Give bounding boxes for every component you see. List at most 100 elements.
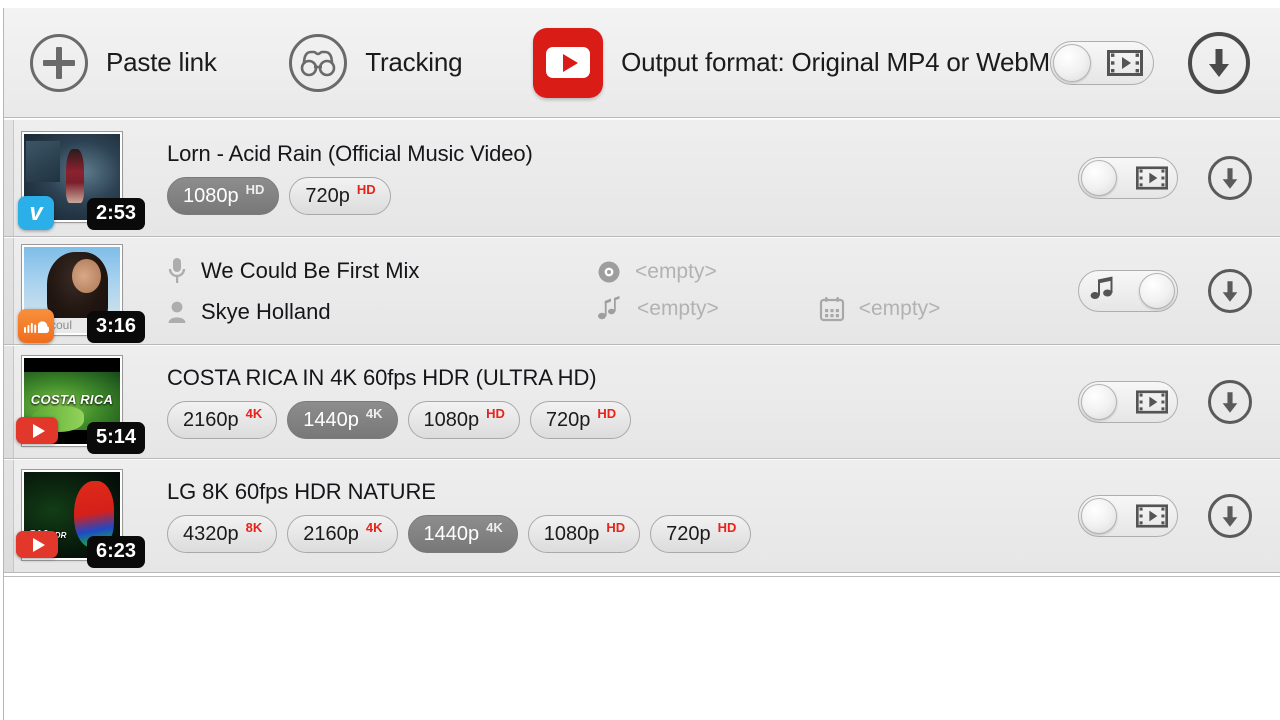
download-arrow-icon	[1222, 280, 1238, 302]
row-download-button[interactable]	[1208, 494, 1252, 538]
thumbnail[interactable]: v 2:53	[18, 131, 145, 230]
row-rail	[4, 238, 14, 344]
toggle-knob[interactable]	[1081, 384, 1117, 420]
row-video-audio-toggle[interactable]	[1078, 495, 1178, 537]
row-controls	[1078, 380, 1252, 424]
music-notes-icon	[598, 296, 620, 320]
empty-area	[4, 576, 1280, 720]
row-download-button[interactable]	[1208, 269, 1252, 313]
quality-label: 1440p	[423, 522, 480, 545]
quality-badge-720p[interactable]: 720p HD	[289, 177, 391, 215]
output-format-button[interactable]: Output format: Original MP4 or WebM	[533, 27, 1050, 98]
row-video-audio-toggle[interactable]	[1078, 381, 1178, 423]
quality-label: 720p	[305, 184, 350, 207]
row-controls	[1078, 269, 1252, 313]
list-item[interactable]: coul 3:16 We Could Be First Mix Skye Hol…	[4, 237, 1280, 345]
duration-badge: 5:14	[86, 422, 145, 454]
quality-sup: HD	[356, 181, 376, 197]
paste-link-label: Paste link	[106, 47, 217, 77]
quality-label: 720p	[666, 522, 711, 545]
quality-badge-720p[interactable]: 720p HD	[650, 515, 752, 553]
duration-badge: 3:16	[86, 311, 145, 343]
youtube-logo-icon	[533, 27, 604, 98]
quality-sup: HD	[486, 405, 505, 421]
quality-badge-2160p[interactable]: 2160p 4K	[287, 515, 398, 553]
album-field[interactable]: <empty>	[597, 260, 940, 284]
tracking-label: Tracking	[365, 47, 463, 77]
quality-badges: 2160p 4K 1440p 4K 1080p HD 720p HD	[167, 401, 1078, 439]
soundcloud-icon	[18, 309, 54, 343]
quality-sup: 4K	[365, 405, 383, 421]
thumbnail[interactable]: 8KHDR 6:23	[16, 469, 145, 568]
quality-badge-2160p[interactable]: 2160p 4K	[167, 401, 278, 439]
row-video-audio-toggle[interactable]	[1078, 270, 1178, 312]
quality-label: 1080p	[183, 184, 239, 207]
row-rail	[4, 120, 14, 236]
year-field[interactable]: <empty>	[819, 296, 941, 322]
quality-label: 1080p	[543, 522, 600, 545]
youtube-icon	[16, 417, 58, 444]
duration-badge: 2:53	[86, 198, 145, 230]
row-download-button[interactable]	[1208, 380, 1252, 424]
year-value: <empty>	[858, 297, 941, 320]
toggle-knob[interactable]	[1081, 498, 1117, 534]
quality-badge-1080p[interactable]: 1080p HD	[527, 515, 641, 553]
download-all-button[interactable]	[1188, 31, 1250, 94]
quality-label: 4320p	[183, 522, 239, 545]
thumbnail-caption: COSTA RICA	[30, 392, 114, 408]
quality-sup: 4K	[245, 405, 263, 421]
quality-sup: HD	[606, 519, 626, 535]
list-item[interactable]: COSTA RICA 5:14 COSTA RICA IN 4K 60fps H…	[4, 345, 1280, 459]
paste-link-button[interactable]: Paste link	[30, 33, 217, 92]
quality-badge-1080p[interactable]: 1080p HD	[167, 177, 280, 215]
output-format-label: Output format: Original MP4 or WebM	[621, 47, 1050, 77]
row-download-button[interactable]	[1208, 156, 1252, 200]
row-content: LG 8K 60fps HDR NATURE 4320p 8K 2160p 4K…	[127, 479, 1078, 553]
video-audio-toggle[interactable]	[1050, 40, 1154, 85]
tracking-button[interactable]: Tracking	[289, 33, 463, 92]
plus-circle-icon[interactable]	[30, 33, 88, 92]
vimeo-icon: v	[18, 196, 54, 230]
quality-sup: 8K	[245, 519, 263, 535]
quality-label: 2160p	[183, 408, 239, 431]
genre-value: <empty>	[637, 297, 719, 320]
thumbnail[interactable]: coul 3:16	[18, 244, 145, 343]
quality-badge-1440p[interactable]: 1440p 4K	[287, 401, 398, 439]
list-item[interactable]: 8KHDR 6:23 LG 8K 60fps HDR NATURE 4320p …	[4, 459, 1280, 573]
toggle-knob[interactable]	[1139, 273, 1175, 309]
track-title-field[interactable]: We Could Be First Mix	[167, 257, 597, 285]
row-content: COSTA RICA IN 4K 60fps HDR (ULTRA HD) 21…	[127, 365, 1078, 439]
download-arrow-icon	[1222, 505, 1238, 527]
film-icon	[1136, 166, 1168, 190]
quality-badge-4320p[interactable]: 4320p 8K	[167, 515, 278, 553]
quality-label: 2160p	[303, 522, 359, 545]
quality-badge-1080p[interactable]: 1080p HD	[407, 401, 520, 439]
film-icon	[1136, 504, 1168, 528]
download-arrow-icon	[1222, 391, 1238, 413]
row-video-audio-toggle[interactable]	[1078, 157, 1178, 199]
toggle-knob[interactable]	[1081, 160, 1117, 196]
microphone-icon	[168, 258, 186, 283]
genre-field[interactable]: <empty>	[597, 296, 719, 322]
quality-label: 720p	[545, 408, 591, 431]
list-item[interactable]: v 2:53 Lorn - Acid Rain (Official Music …	[4, 119, 1280, 237]
download-arrow-icon	[1222, 167, 1238, 189]
video-title: COSTA RICA IN 4K 60fps HDR (ULTRA HD)	[167, 365, 597, 390]
quality-badges: 1080p HD 720p HD	[167, 177, 1078, 215]
disc-icon	[598, 261, 620, 283]
toggle-knob[interactable]	[1053, 43, 1091, 82]
thumbnail[interactable]: COSTA RICA 5:14	[16, 355, 145, 454]
quality-sup: 4K	[486, 519, 503, 535]
quality-badges: 4320p 8K 2160p 4K 1440p 4K 1080p HD 720p…	[167, 515, 1078, 553]
row-rail	[4, 346, 14, 458]
album-value: <empty>	[635, 260, 717, 283]
music-note-icon	[1090, 276, 1118, 307]
download-list: v 2:53 Lorn - Acid Rain (Official Music …	[4, 119, 1280, 573]
binoculars-icon[interactable]	[289, 33, 348, 92]
app-window: Paste link Tracking Output format: Origi…	[0, 0, 1280, 720]
artist-field[interactable]: Skye Holland	[167, 299, 597, 325]
window-left-border	[3, 8, 4, 720]
track-title: We Could Be First Mix	[201, 258, 420, 283]
quality-badge-720p[interactable]: 720p HD	[529, 401, 632, 439]
quality-badge-1440p[interactable]: 1440p 4K	[407, 515, 518, 553]
